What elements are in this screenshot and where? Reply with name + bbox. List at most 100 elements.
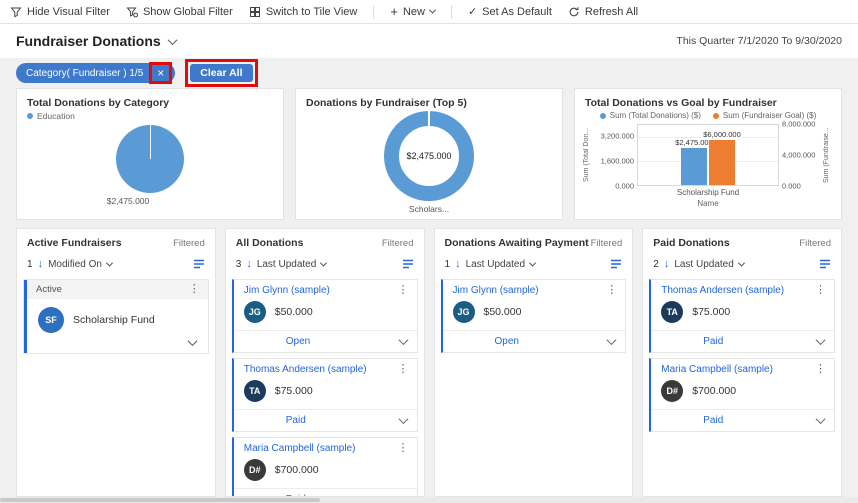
new-label: New xyxy=(402,5,425,18)
chevron-down-icon xyxy=(320,259,328,267)
stream-header: Active Fundraisers Filtered xyxy=(17,229,215,251)
chart-title: Total Donations vs Goal by Fundraiser xyxy=(585,97,777,109)
hide-visual-filter-button[interactable]: Hide Visual Filter xyxy=(10,6,110,18)
lane-label: Active xyxy=(36,284,62,295)
chevron-down-icon xyxy=(105,259,114,267)
expand-chevron-icon[interactable] xyxy=(398,493,408,496)
expand-chevron-icon[interactable] xyxy=(398,414,408,425)
right-axis-title: Sum (Fundraise... xyxy=(823,127,830,183)
stream-options-icon[interactable] xyxy=(610,258,622,270)
scrollbar-thumb[interactable] xyxy=(0,498,320,502)
donut-chart[interactable]: $2,475.000 xyxy=(384,111,474,201)
chevron-down-icon xyxy=(428,6,436,14)
stream-options-icon[interactable] xyxy=(819,258,831,270)
sort-direction-icon[interactable]: ↓ xyxy=(246,259,252,270)
donut-category-label: Scholars... xyxy=(408,204,450,214)
donation-card[interactable]: Jim Glynn (sample) ⋮ JG $50.000 Open xyxy=(231,279,418,353)
status-link[interactable]: Paid xyxy=(703,336,723,347)
bar-group: $2,475.000 $6,000.000 xyxy=(674,125,742,185)
bar-fundraiser-goal[interactable] xyxy=(709,140,735,185)
donation-card[interactable]: Jim Glynn (sample) ⋮ JG $50.000 Open xyxy=(440,279,627,353)
donation-amount: $75.000 xyxy=(692,306,731,318)
x-category-label: Scholarship Fund xyxy=(676,188,740,197)
visual-filter-icon xyxy=(10,6,22,18)
set-as-default-label: Set As Default xyxy=(482,5,552,18)
refresh-all-button[interactable]: Refresh All xyxy=(568,6,638,18)
stream-active-fundraisers: Active Fundraisers Filtered 1 ↓ Modified… xyxy=(16,228,216,497)
sort-field-selector[interactable]: Last Updated xyxy=(466,259,537,270)
stream-paid-donations: Paid Donations Filtered 2 ↓ Last Updated… xyxy=(642,228,842,497)
sort-field-selector[interactable]: Last Updated xyxy=(674,259,745,270)
fundraiser-card[interactable]: SF Scholarship Fund xyxy=(24,299,208,339)
status-link[interactable]: Open xyxy=(286,336,310,347)
filtered-badge: Filtered xyxy=(799,237,831,249)
set-as-default-button[interactable]: ✓ Set As Default xyxy=(467,5,552,19)
sort-field-selector[interactable]: Modified On xyxy=(48,259,114,270)
card-menu-icon[interactable]: ⋮ xyxy=(398,364,409,375)
donation-card[interactable]: Thomas Andersen (sample) ⋮ TA $75.000 Pa… xyxy=(649,279,835,353)
status-link[interactable]: Paid xyxy=(703,415,723,426)
chevron-down-icon xyxy=(529,259,537,267)
expand-chevron-icon[interactable] xyxy=(815,414,826,425)
card-menu-icon[interactable]: ⋮ xyxy=(815,285,826,296)
card-menu-icon[interactable]: ⋮ xyxy=(398,443,409,454)
legend-label: Sum (Total Donations) ($) xyxy=(609,111,701,120)
donation-card[interactable]: Maria Campbell (sample) ⋮ D# $700.000 Pa… xyxy=(231,437,418,496)
command-bar: Hide Visual Filter Show Global Filter Sw… xyxy=(0,0,858,24)
expand-chevron-icon[interactable] xyxy=(606,335,617,346)
chart-donations-vs-goal: Total Donations vs Goal by Fundraiser Su… xyxy=(574,88,842,220)
expand-chevron-icon[interactable] xyxy=(398,335,408,346)
bar-plot-area: $2,475.000 $6,000.000 xyxy=(637,124,779,186)
remove-filter-icon[interactable]: × xyxy=(157,67,164,79)
record-link[interactable]: Maria Campbell (sample) xyxy=(661,364,773,375)
refresh-all-label: Refresh All xyxy=(584,5,639,18)
new-button[interactable]: + New xyxy=(390,5,436,18)
show-global-filter-button[interactable]: Show Global Filter xyxy=(126,6,233,18)
record-link[interactable]: Jim Glynn (sample) xyxy=(453,285,539,296)
status-link[interactable]: Paid xyxy=(286,494,306,496)
filter-chip-category[interactable]: Category( Fundraiser ) 1/5 × xyxy=(16,62,176,84)
toolbar-separator xyxy=(450,4,452,19)
record-link[interactable]: Jim Glynn (sample) xyxy=(244,285,330,296)
annotation-box-clear-all: Clear All xyxy=(185,59,258,87)
left-axis-ticks: 3,200.000 1,600.000 0.000 xyxy=(593,124,637,191)
stream-title: Donations Awaiting Payment xyxy=(444,237,589,249)
donut-chart-area: $2,475.000 Scholars... xyxy=(296,111,562,214)
donation-card[interactable]: Maria Campbell (sample) ⋮ D# $700.000 Pa… xyxy=(649,358,835,432)
donation-card[interactable]: Thomas Andersen (sample) ⋮ TA $75.000 Pa… xyxy=(231,358,418,432)
card-menu-icon[interactable]: ⋮ xyxy=(398,285,409,296)
record-link[interactable]: Thomas Andersen (sample) xyxy=(661,285,784,296)
lane-menu-icon[interactable]: ⋮ xyxy=(189,284,200,295)
stream-options-icon[interactable] xyxy=(402,258,414,270)
dashboard-title-selector[interactable]: Fundraiser Donations xyxy=(16,33,178,49)
sort-direction-icon[interactable]: ↓ xyxy=(38,259,44,270)
lane-footer xyxy=(24,336,208,353)
hide-visual-filter-label: Hide Visual Filter xyxy=(27,5,110,18)
sort-field-selector[interactable]: Last Updated xyxy=(257,259,328,270)
status-link[interactable]: Open xyxy=(495,336,519,347)
expand-chevron-icon[interactable] xyxy=(815,335,826,346)
horizontal-scrollbar[interactable] xyxy=(0,497,858,503)
record-link[interactable]: Thomas Andersen (sample) xyxy=(244,364,367,375)
bar-total-donations[interactable] xyxy=(681,147,707,185)
stream-body: Jim Glynn (sample) ⋮ JG $50.000 Open Tho… xyxy=(226,277,424,496)
card-menu-icon[interactable]: ⋮ xyxy=(606,285,617,296)
sort-direction-icon[interactable]: ↓ xyxy=(664,259,670,270)
stream-options-icon[interactable] xyxy=(193,258,205,270)
bar-chart: Sum (Total Don... 3,200.000 1,600.000 0.… xyxy=(583,120,833,191)
status-link[interactable]: Paid xyxy=(286,415,306,426)
annotation-box-remove-filter: × xyxy=(149,62,173,84)
record-link[interactable]: Maria Campbell (sample) xyxy=(244,443,356,454)
avatar: JG xyxy=(243,301,266,323)
bar-wrap: $6,000.000 xyxy=(702,125,742,185)
pie-slice-education[interactable] xyxy=(116,125,184,193)
sort-direction-icon[interactable]: ↓ xyxy=(455,259,461,270)
switch-to-tile-view-button[interactable]: Switch to Tile View xyxy=(249,6,357,18)
check-icon: ✓ xyxy=(467,6,478,18)
donation-amount: $50.000 xyxy=(483,306,522,318)
clear-all-button[interactable]: Clear All xyxy=(190,64,253,82)
stream-sort-bar: 1 ↓ Last Updated xyxy=(435,251,633,277)
bar-value-label: $6,000.000 xyxy=(702,130,742,139)
card-menu-icon[interactable]: ⋮ xyxy=(815,364,826,375)
donut-center-value: $2,475.000 xyxy=(406,151,452,161)
